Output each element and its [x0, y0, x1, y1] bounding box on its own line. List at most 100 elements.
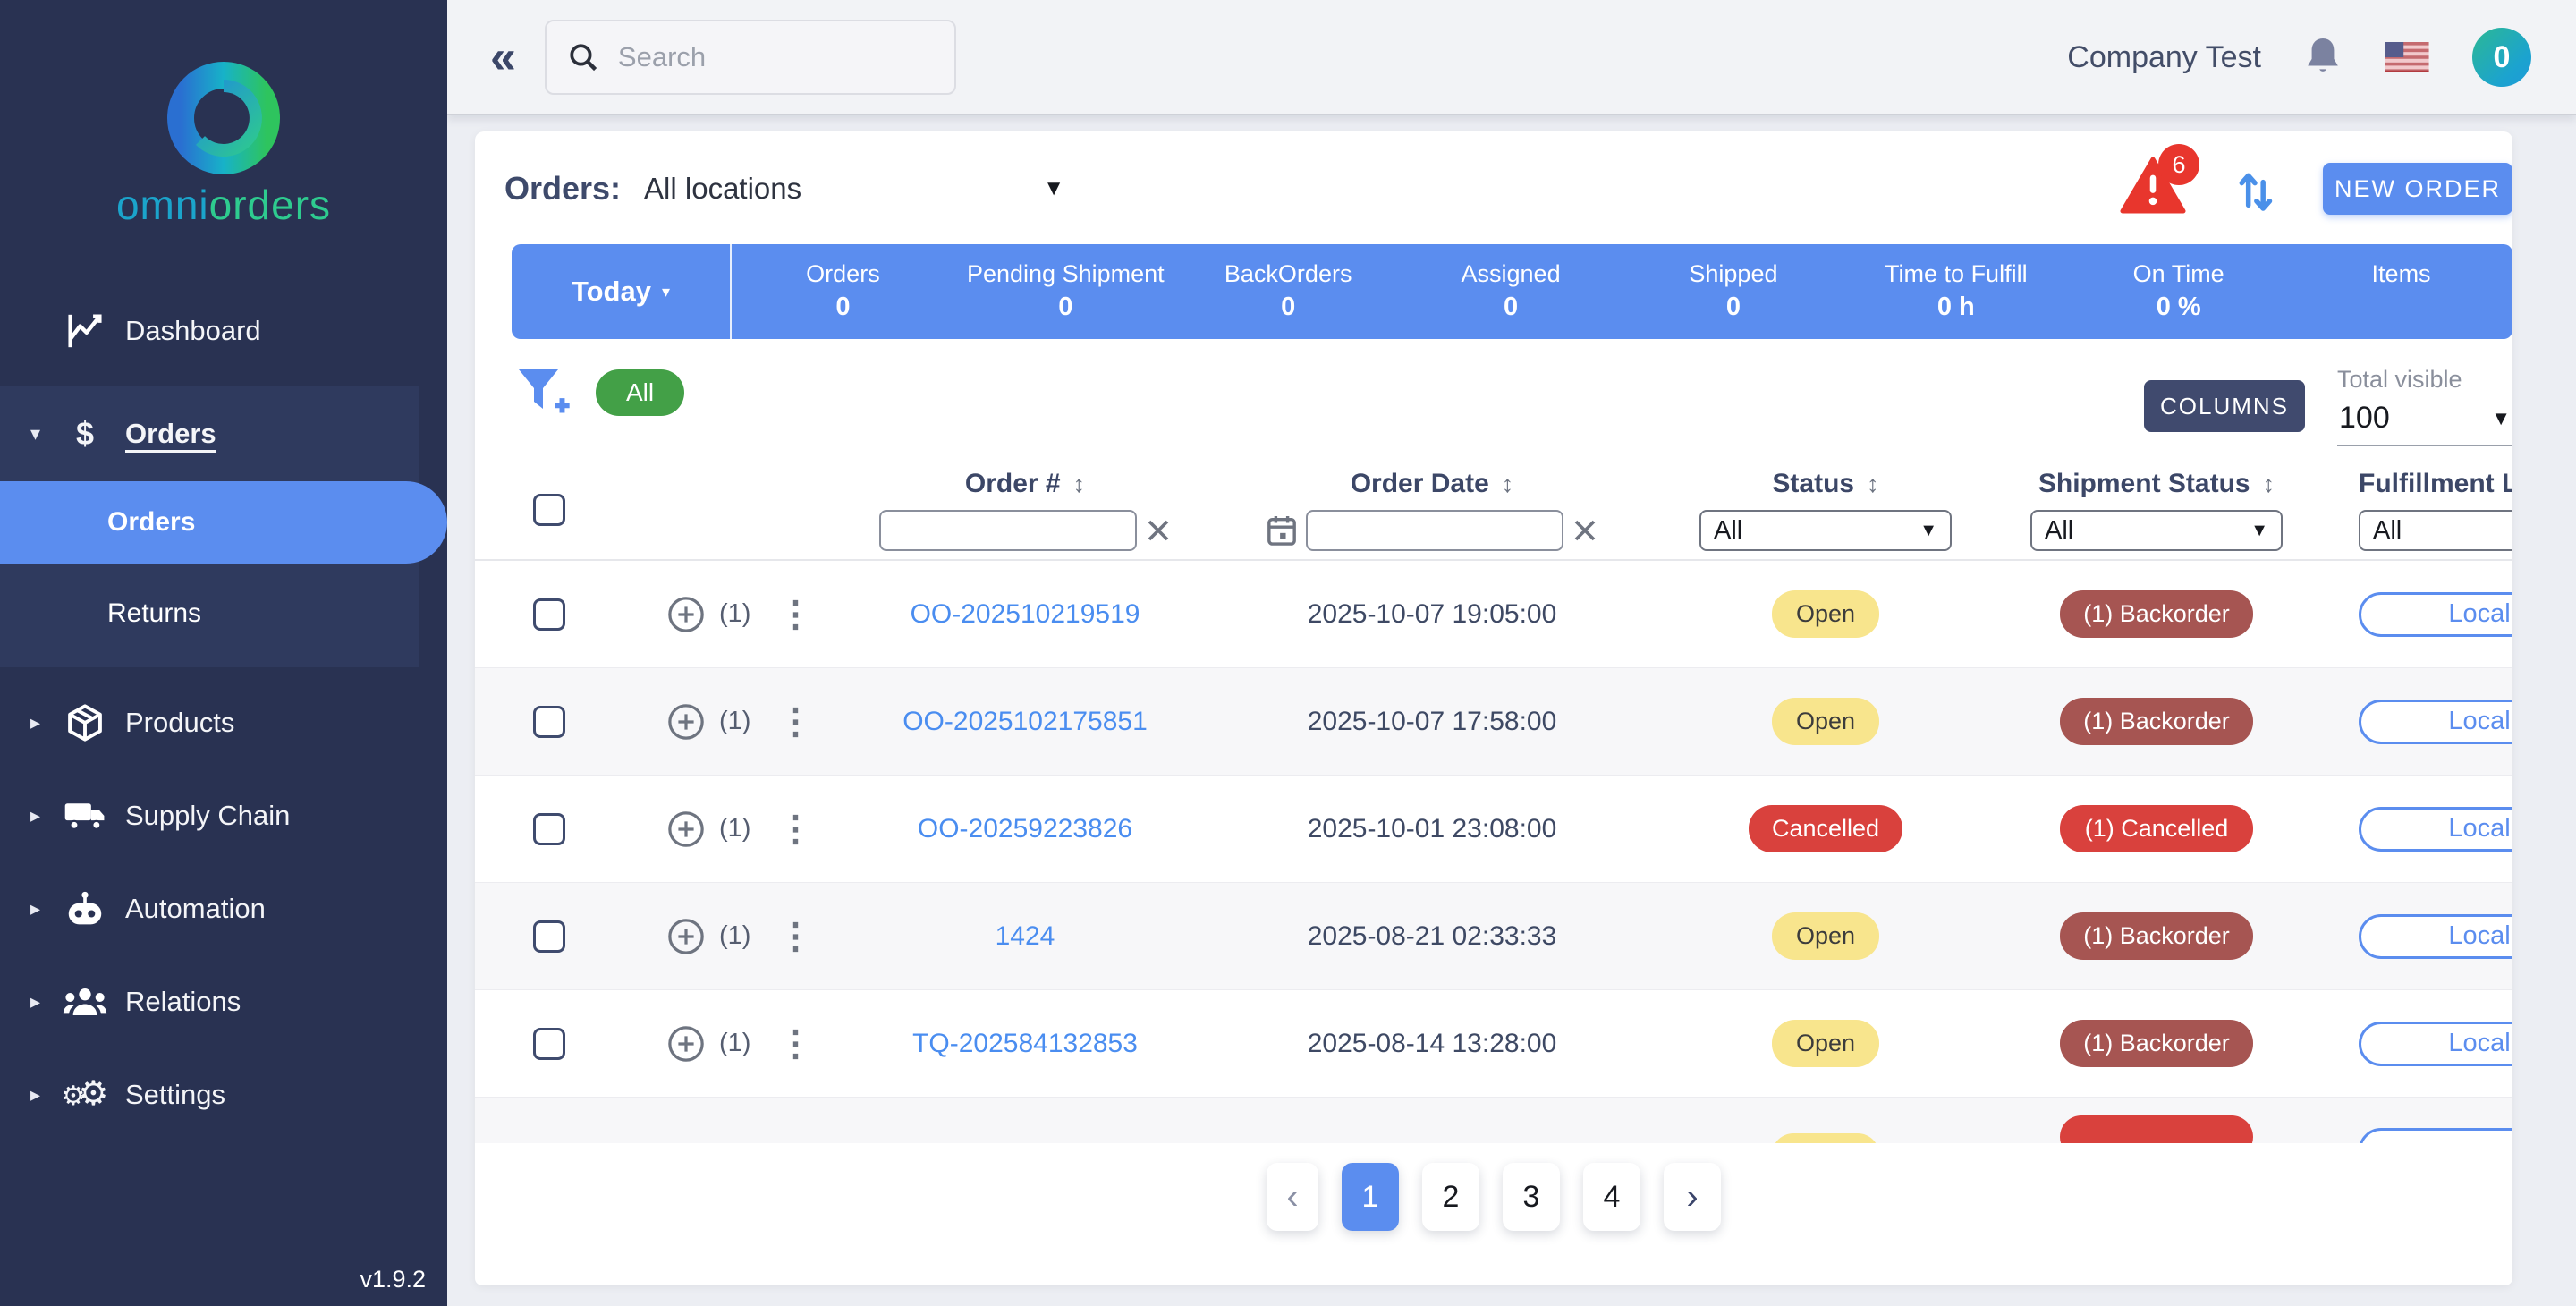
order-number-link[interactable]: TQ-202584132853	[912, 1029, 1138, 1058]
total-visible-dropdown[interactable]: 100 ▼	[2337, 394, 2512, 446]
stat-time-to-fulfill: Time to Fulfill 0 h	[1844, 244, 2067, 339]
row-checkbox[interactable]	[533, 598, 565, 631]
expand-plus-icon[interactable]	[667, 703, 705, 741]
sidebar-item-supply-chain[interactable]: ▸ Supply Chain	[0, 769, 447, 862]
sort-column-icon[interactable]: ↕	[1073, 471, 1086, 498]
sidebar-item-orders[interactable]: ▾ $ Orders	[0, 395, 419, 472]
period-dropdown[interactable]: Today ▾	[512, 244, 732, 339]
row-checkbox[interactable]	[533, 706, 565, 738]
expand-plus-icon[interactable]	[667, 596, 705, 633]
sidebar-item-products[interactable]: ▸ Products	[0, 676, 447, 769]
pagination-next-button[interactable]: ›	[1664, 1163, 1721, 1231]
column-order-date: Order Date↕	[1191, 469, 1674, 551]
fulfillment-badge[interactable]: Local	[2359, 914, 2512, 959]
sidebar-subitem-orders[interactable]: Orders	[0, 481, 447, 564]
pagination-page-3[interactable]: 3	[1503, 1163, 1560, 1231]
sidebar-label-orders: Orders	[125, 418, 216, 450]
status-filter-select[interactable]: All ▼	[1699, 510, 1952, 551]
row-menu-icon[interactable]: ⋮	[777, 919, 813, 954]
pagination: ‹ 1 2 3 4 ›	[475, 1143, 2512, 1251]
sidebar-item-relations[interactable]: ▸ Relations	[0, 955, 447, 1048]
new-order-button[interactable]: NEW ORDER	[2323, 163, 2512, 215]
sort-column-icon[interactable]: ↕	[1867, 471, 1879, 498]
table-header: Order #↕ Order Date↕	[475, 461, 2512, 561]
company-name[interactable]: Company Test	[2067, 40, 2261, 75]
pagination-page-1[interactable]: 1	[1342, 1163, 1399, 1231]
fulfillment-badge[interactable]: Local	[2359, 1022, 2512, 1066]
fulfillment-filter-select[interactable]: All	[2359, 510, 2512, 551]
sidebar-collapse-icon[interactable]: «	[490, 34, 516, 81]
order-number-link[interactable]: OO-2025102175851	[902, 707, 1148, 736]
clear-filter-icon[interactable]	[1146, 518, 1171, 543]
columns-button[interactable]: COLUMNS	[2144, 380, 2305, 432]
order-date: 2025-10-01 23:08:00	[1191, 814, 1674, 844]
search-input[interactable]	[618, 41, 913, 73]
expand-plus-icon[interactable]	[667, 1025, 705, 1063]
global-search[interactable]	[545, 20, 956, 95]
expand-plus-icon[interactable]	[667, 918, 705, 955]
order-number-filter-input[interactable]	[879, 510, 1137, 551]
chevron-right-icon: ▸	[30, 711, 57, 734]
chevron-down-icon: ▾	[30, 422, 57, 445]
calendar-icon[interactable]	[1267, 514, 1297, 547]
notifications-bell-icon[interactable]	[2304, 36, 2342, 79]
sidebar-orders-group: ▾ $ Orders Orders Returns	[0, 386, 419, 667]
total-visible-label: Total visible	[2337, 366, 2512, 394]
sort-column-icon[interactable]: ↕	[1502, 471, 1514, 498]
order-number-link[interactable]: OO-202510219519	[911, 599, 1140, 629]
user-avatar[interactable]: 0	[2472, 28, 2531, 87]
chevron-down-icon: ▼	[2491, 407, 2511, 430]
box-icon	[57, 703, 113, 742]
sort-column-icon[interactable]: ↕	[2263, 471, 2275, 498]
sidebar-subitem-returns[interactable]: Returns	[0, 572, 419, 655]
clear-filter-icon[interactable]	[1572, 518, 1597, 543]
app-page: omniorders Dashboard ▾ $ Orders Orders	[0, 0, 2576, 1306]
order-number-link[interactable]: 1424	[996, 921, 1055, 951]
fulfillment-badge[interactable]: Local	[2359, 700, 2512, 744]
row-checkbox[interactable]	[533, 813, 565, 845]
location-dropdown[interactable]: All locations ▼	[644, 172, 1064, 206]
row-checkbox[interactable]	[533, 920, 565, 953]
stat-on-time: On Time 0 %	[2067, 244, 2290, 339]
pagination-page-4[interactable]: 4	[1583, 1163, 1640, 1231]
sidebar-label-dashboard: Dashboard	[125, 315, 261, 347]
add-filter-icon[interactable]	[515, 366, 571, 418]
row-menu-icon[interactable]: ⋮	[777, 704, 813, 740]
sidebar-item-dashboard[interactable]: Dashboard	[0, 284, 447, 377]
fulfillment-badge[interactable]: Local	[2359, 592, 2512, 637]
fulfillment-badge[interactable]: Local	[2359, 807, 2512, 852]
shipment-status-filter-select[interactable]: All ▼	[2030, 510, 2283, 551]
pagination-page-2[interactable]: 2	[1422, 1163, 1479, 1231]
table-row: (1) ⋮ 1424 2025-08-21 02:33:33 Open (1) …	[475, 883, 2512, 990]
status-badge: Open	[1772, 590, 1879, 638]
logo-wordmark: omniorders	[116, 181, 331, 229]
robot-icon	[57, 890, 113, 928]
order-date-filter-input[interactable]	[1306, 510, 1563, 551]
line-count: (1)	[719, 599, 750, 629]
row-menu-icon[interactable]: ⋮	[777, 811, 813, 847]
select-all-checkbox[interactable]	[533, 494, 565, 526]
row-checkbox[interactable]	[533, 1028, 565, 1060]
sidebar-item-settings[interactable]: ▸ ⚙⚙ Settings	[0, 1048, 447, 1141]
row-menu-icon[interactable]: ⋮	[777, 1026, 813, 1062]
filter-chip-all[interactable]: All	[596, 369, 684, 416]
pagination-prev-button[interactable]: ‹	[1267, 1163, 1318, 1231]
expand-plus-icon[interactable]	[667, 810, 705, 848]
app-version: v1.9.2	[360, 1266, 426, 1293]
sort-orders-icon[interactable]	[2235, 165, 2275, 212]
stat-orders: Orders 0	[732, 244, 954, 339]
sidebar-sublabel-orders: Orders	[107, 507, 195, 538]
row-menu-icon[interactable]: ⋮	[777, 597, 813, 632]
sidebar-sublabel-returns: Returns	[107, 598, 201, 629]
table-row-partial	[475, 1098, 2512, 1143]
sidebar-nav: Dashboard ▾ $ Orders Orders Returns ▸	[0, 284, 447, 1141]
sidebar-item-automation[interactable]: ▸ Automation	[0, 862, 447, 955]
alerts-warning-icon[interactable]: 6	[2119, 155, 2187, 223]
chevron-right-icon: ▸	[30, 990, 57, 1013]
language-flag-icon[interactable]	[2385, 42, 2429, 72]
stat-backorders: BackOrders 0	[1177, 244, 1400, 339]
search-icon	[568, 42, 598, 72]
order-number-link[interactable]: OO-20259223826	[918, 814, 1132, 844]
topbar: « Company Test	[447, 0, 2576, 115]
column-status: Status↕ All ▼	[1674, 469, 1978, 551]
